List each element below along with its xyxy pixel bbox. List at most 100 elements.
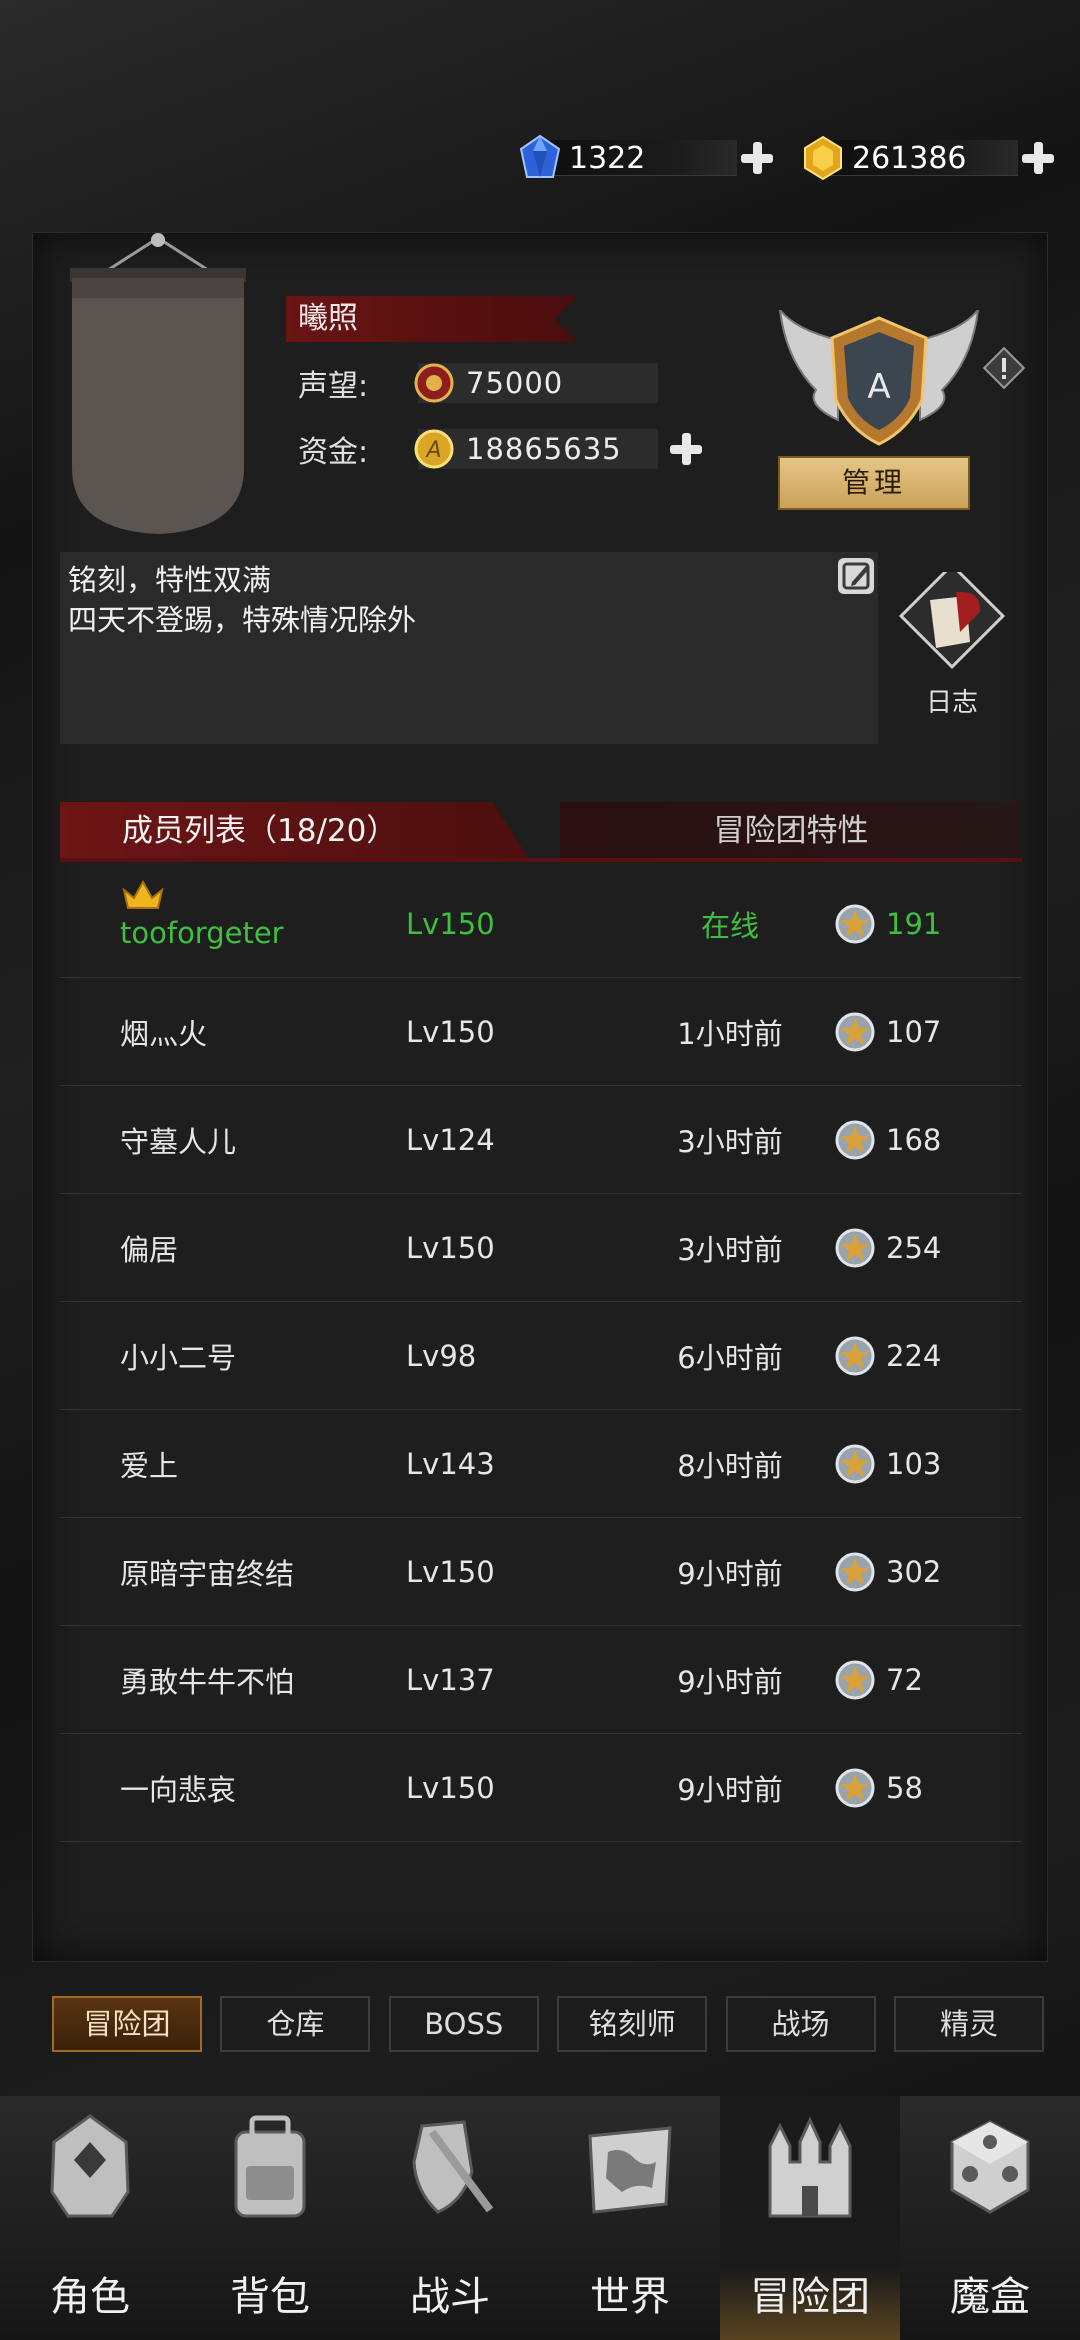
nav-battle-label: 战斗 <box>410 2274 490 2320</box>
member-level: Lv143 <box>406 1446 495 1481</box>
info-warning-icon[interactable] <box>982 346 1026 390</box>
guild-banner-icon[interactable] <box>68 228 248 538</box>
add-diamond-button[interactable] <box>737 138 777 178</box>
add-funds-button[interactable] <box>666 429 706 469</box>
member-name: 烟灬火 <box>120 1016 208 1051</box>
diamond-value: 1322 <box>569 140 646 176</box>
member-list: tooforgeter Lv150 在线 191 烟灬火 Lv150 1小时前 … <box>60 870 1022 1842</box>
subnav-guild[interactable]: 冒险团 <box>52 1996 202 2052</box>
edit-icon[interactable] <box>836 556 876 596</box>
member-row[interactable]: 一向悲哀 Lv150 9小时前 58 <box>60 1734 1022 1842</box>
reputation-row: 声望: 75000 <box>298 360 658 406</box>
nav-bag-label: 背包 <box>230 2274 310 2320</box>
member-row[interactable]: 偏居 Lv150 3小时前 254 <box>60 1194 1022 1302</box>
gold-value: 261386 <box>852 140 967 176</box>
contribution-medal-icon <box>835 1336 875 1376</box>
member-level: Lv150 <box>406 1770 495 1805</box>
member-row[interactable]: 原暗宇宙终结 Lv150 9小时前 302 <box>60 1518 1022 1626</box>
member-level: Lv137 <box>406 1662 495 1697</box>
member-status: 9小时前 <box>677 1772 783 1807</box>
member-status: 8小时前 <box>677 1448 783 1483</box>
contribution-medal-icon <box>835 1012 875 1052</box>
member-level: Lv150 <box>406 906 495 941</box>
member-name: 一向悲哀 <box>120 1772 237 1807</box>
member-status: 9小时前 <box>677 1556 783 1591</box>
diamond-currency: 1322 <box>515 130 777 186</box>
member-row[interactable]: 小小二号 Lv98 6小时前 224 <box>60 1302 1022 1410</box>
contribution-medal-icon <box>835 1444 875 1484</box>
gold-gem-icon <box>804 135 842 181</box>
crown-icon <box>122 880 164 909</box>
member-points: 58 <box>886 1770 923 1805</box>
magic-cube-icon <box>950 2120 1030 2214</box>
reputation-icon <box>414 363 454 403</box>
subnav-engraver[interactable]: 铭刻师 <box>557 1996 708 2052</box>
member-points: 224 <box>886 1338 942 1373</box>
member-row[interactable]: tooforgeter Lv150 在线 191 <box>60 870 1022 978</box>
contribution-medal-icon <box>835 1552 875 1592</box>
member-name: tooforgeter <box>120 916 284 950</box>
description-line-2: 四天不登踢，特殊情况除外 <box>68 603 417 637</box>
tab-member-list[interactable]: 成员列表（18/20） <box>60 802 530 860</box>
castle-icon <box>768 2116 852 2218</box>
subnav-battlefield[interactable]: 战场 <box>725 1996 876 2052</box>
reputation-value: 75000 <box>466 366 564 400</box>
member-row[interactable]: 守墓人儿 Lv124 3小时前 168 <box>60 1086 1022 1194</box>
member-points: 72 <box>886 1662 923 1697</box>
member-points: 302 <box>886 1554 942 1589</box>
funds-value: 18865635 <box>466 432 622 466</box>
member-name: 爱上 <box>120 1448 179 1483</box>
nav-guild-label: 冒险团 <box>750 2274 870 2320</box>
member-name: 守墓人儿 <box>120 1124 237 1159</box>
member-name: 勇敢牛牛不怕 <box>120 1664 295 1699</box>
subnav-spirit[interactable]: 精灵 <box>893 1996 1044 2052</box>
member-points: 254 <box>886 1230 942 1265</box>
member-status: 1小时前 <box>677 1016 783 1051</box>
member-level: Lv150 <box>406 1014 495 1049</box>
member-level: Lv150 <box>406 1230 495 1265</box>
nav-character-label: 角色 <box>50 2274 130 2320</box>
subnav-warehouse[interactable]: 仓库 <box>220 1996 371 2052</box>
nav-magic-box-label: 魔盒 <box>950 2274 1030 2320</box>
member-status: 6小时前 <box>677 1340 783 1375</box>
contribution-medal-icon <box>835 1228 875 1268</box>
guild-rank-badge-icon[interactable]: A <box>776 310 982 450</box>
member-points: 107 <box>886 1014 942 1049</box>
manage-button[interactable]: 管理 <box>778 456 970 510</box>
guild-subnav: 冒险团 仓库 BOSS 铭刻师 战场 精灵 <box>52 1996 1044 2052</box>
nav-character[interactable]: 角色 <box>0 2096 180 2340</box>
log-button[interactable]: 日志 <box>896 562 1008 718</box>
tab-guild-traits[interactable]: 冒险团特性 <box>560 802 1022 860</box>
subnav-boss[interactable]: BOSS <box>388 1996 539 2052</box>
member-status: 9小时前 <box>677 1664 783 1699</box>
nav-guild[interactable]: 冒险团 <box>720 2096 900 2340</box>
contribution-medal-icon <box>835 904 875 944</box>
member-name: 小小二号 <box>120 1340 237 1375</box>
backpack-icon <box>234 2115 306 2218</box>
svg-text:A: A <box>424 438 441 463</box>
member-row[interactable]: 烟灬火 Lv150 1小时前 107 <box>60 978 1022 1086</box>
member-row[interactable]: 勇敢牛牛不怕 Lv137 9小时前 72 <box>60 1626 1022 1734</box>
log-label: 日志 <box>925 688 978 718</box>
member-points: 103 <box>886 1446 942 1481</box>
member-level: Lv124 <box>406 1122 495 1157</box>
funds-row: 资金: A 18865635 <box>298 426 706 472</box>
member-row[interactable]: 爱上 Lv143 8小时前 103 <box>60 1410 1022 1518</box>
member-level: Lv150 <box>406 1554 495 1589</box>
nav-world-label: 世界 <box>590 2274 670 2320</box>
member-points: 191 <box>886 906 942 941</box>
nav-magic-box[interactable]: 魔盒 <box>900 2096 1080 2340</box>
nav-world[interactable]: 世界 <box>540 2096 720 2340</box>
member-name: 原暗宇宙终结 <box>120 1556 295 1591</box>
member-status: 在线 <box>700 908 759 943</box>
helmet-icon <box>50 2114 130 2218</box>
add-gold-button[interactable] <box>1018 138 1058 178</box>
nav-battle[interactable]: 战斗 <box>360 2096 540 2340</box>
guild-description: 铭刻，特性双满 四天不登踢，特殊情况除外 <box>60 552 878 744</box>
nav-bag[interactable]: 背包 <box>180 2096 360 2340</box>
guild-name: 曦照 <box>286 296 578 342</box>
member-level: Lv98 <box>406 1338 477 1373</box>
reputation-label: 声望: <box>298 369 369 404</box>
member-status: 3小时前 <box>677 1124 783 1159</box>
gold-currency: 261386 <box>798 130 1058 186</box>
